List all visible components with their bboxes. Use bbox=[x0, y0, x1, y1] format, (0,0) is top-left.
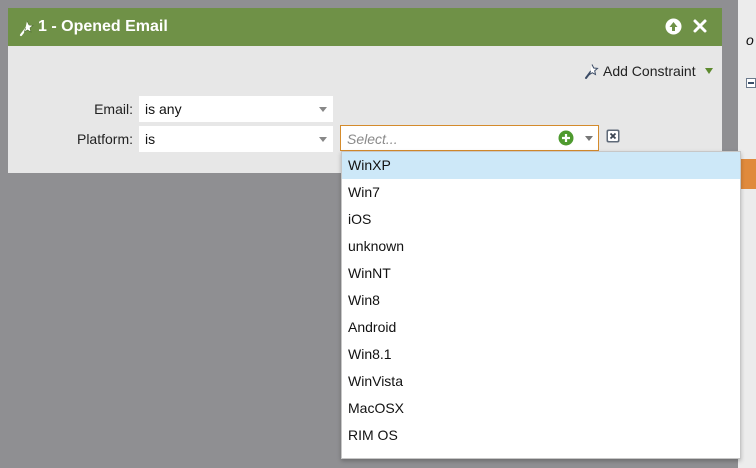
platform-operator-value: is bbox=[145, 131, 156, 147]
chevron-down-icon bbox=[319, 107, 327, 112]
chevron-down-icon[interactable] bbox=[585, 136, 593, 141]
filter-panel: 1 - Opened Email Add Constraint Email: i… bbox=[8, 8, 722, 173]
dropdown-option[interactable]: Win8.1 bbox=[342, 341, 740, 368]
email-label: Email: bbox=[94, 101, 133, 117]
dropdown-option[interactable]: unknown bbox=[342, 233, 740, 260]
platform-values-input[interactable]: Select... bbox=[340, 125, 599, 151]
dropdown-option[interactable]: iOS bbox=[342, 206, 740, 233]
orange-tab bbox=[741, 159, 756, 189]
panel-header: 1 - Opened Email bbox=[8, 8, 722, 46]
dropdown-option[interactable]: WinXP bbox=[342, 152, 740, 179]
close-icon[interactable] bbox=[692, 18, 708, 34]
wand-icon bbox=[585, 64, 599, 79]
chevron-down-icon bbox=[704, 68, 713, 74]
dropdown-option[interactable]: RIM OS bbox=[342, 422, 740, 449]
dropdown-option[interactable]: Win8 bbox=[342, 287, 740, 314]
plus-circle-icon[interactable] bbox=[558, 130, 574, 146]
dropdown-option[interactable]: Android bbox=[342, 314, 740, 341]
collapse-icon[interactable] bbox=[746, 78, 756, 88]
dropdown-option[interactable]: Win7 bbox=[342, 179, 740, 206]
add-constraint-label: Add Constraint bbox=[603, 63, 696, 79]
dropdown-option[interactable]: WinNT bbox=[342, 260, 740, 287]
platform-operator-select[interactable]: is bbox=[139, 126, 333, 152]
wand-icon bbox=[19, 20, 34, 37]
remove-box-icon[interactable] bbox=[606, 129, 620, 143]
dropdown-option[interactable]: WinVista bbox=[342, 368, 740, 395]
platform-label: Platform: bbox=[76, 131, 133, 147]
arrow-up-circle-icon[interactable] bbox=[665, 18, 682, 35]
platform-dropdown-list: WinXP Win7 iOS unknown WinNT Win8 Androi… bbox=[341, 151, 741, 459]
dropdown-option[interactable]: MacOSX bbox=[342, 395, 740, 422]
add-constraint-button[interactable]: Add Constraint bbox=[584, 63, 713, 79]
email-select[interactable]: is any bbox=[139, 96, 333, 122]
panel-title: 1 - Opened Email bbox=[38, 18, 168, 35]
platform-values-placeholder: Select... bbox=[347, 131, 398, 147]
chevron-down-icon bbox=[319, 137, 327, 142]
background-partial-text: o bbox=[746, 32, 754, 48]
email-select-value: is any bbox=[145, 101, 182, 117]
